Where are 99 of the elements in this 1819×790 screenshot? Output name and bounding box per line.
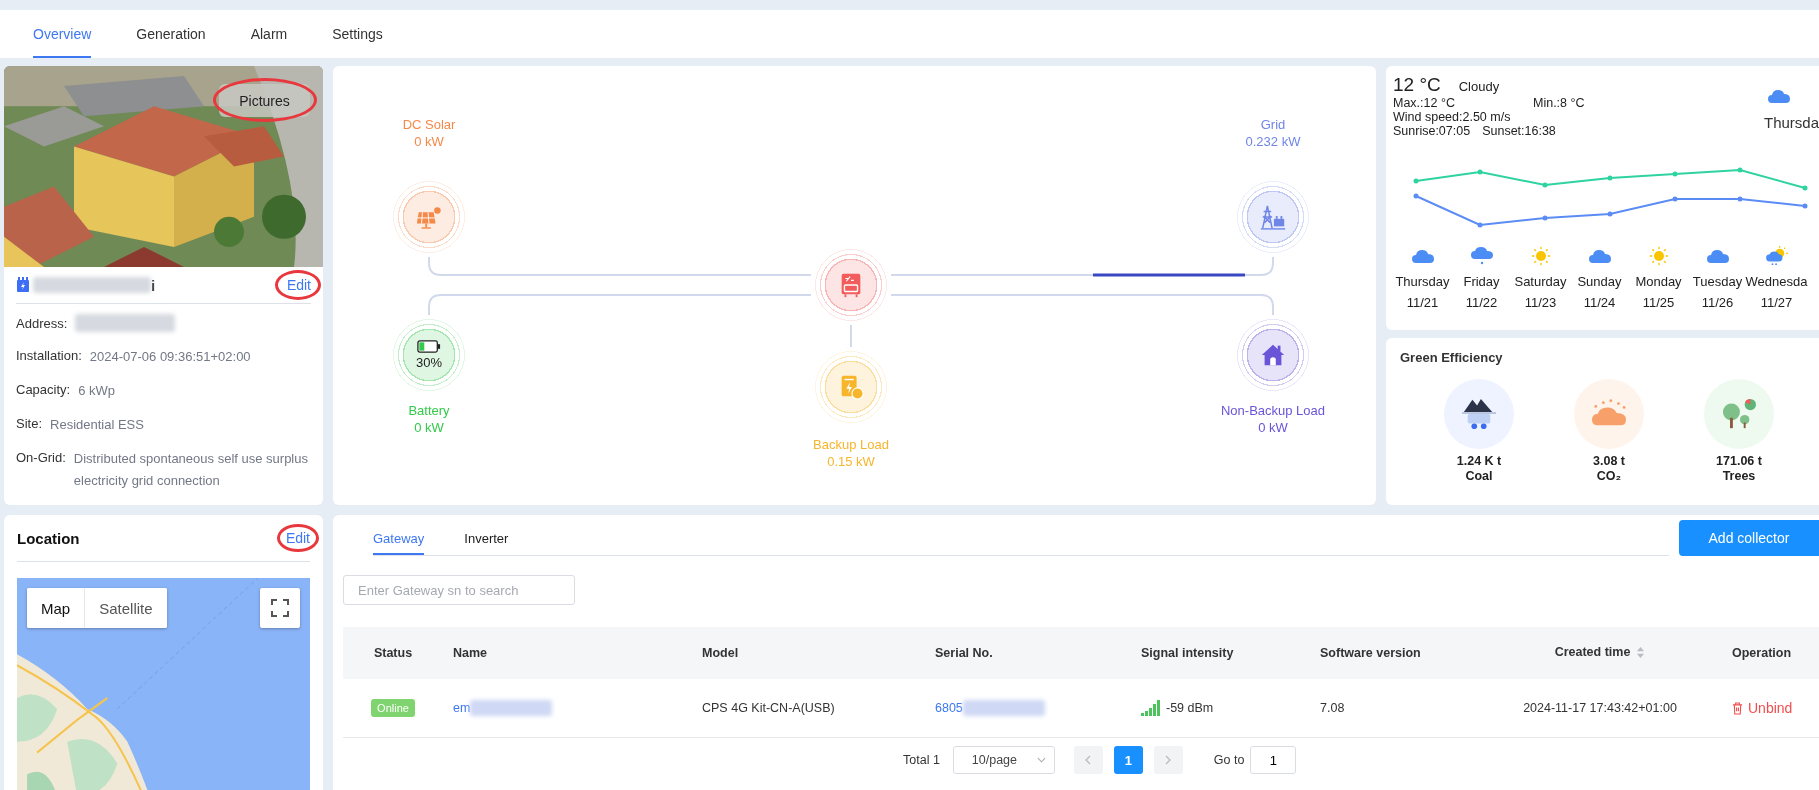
weekday-label: Saturday	[1514, 274, 1567, 289]
next-page-button[interactable]	[1153, 746, 1183, 774]
table-cell: -59 dBm	[1166, 701, 1214, 715]
temperature: 12 °C	[1393, 74, 1441, 96]
table-cell: 2024-11-17 17:43:42+01:00	[1523, 701, 1677, 715]
go-to-label: Go to	[1213, 753, 1245, 767]
sunset-time: Sunset:16:38	[1482, 124, 1556, 138]
column-header: Created time	[1554, 645, 1631, 659]
pictures-button[interactable]: Pictures	[219, 84, 310, 117]
fullscreen-button[interactable]	[260, 588, 300, 628]
weekday-label: Sunday	[1577, 274, 1622, 289]
table-cell: 7.08	[1320, 701, 1345, 715]
device-tab[interactable]: Gateway	[373, 515, 425, 555]
fullscreen-icon	[271, 599, 289, 617]
status-badge: Online	[371, 699, 415, 717]
efficiency-value: 3.08 t	[1593, 454, 1625, 469]
efficiency-label: Coal	[1465, 469, 1493, 484]
field-label: Address:	[16, 315, 68, 333]
serial-link[interactable]: 6805	[935, 701, 963, 715]
date-label: 11/27	[1760, 295, 1793, 310]
plant-icon	[16, 277, 30, 293]
wind-speed: Wind speed:2.50 m/s	[1393, 110, 1511, 124]
column-header: Serial No.	[935, 646, 993, 660]
efficiency-value: 171.06 t	[1716, 454, 1762, 469]
efficiency-label: CO₂	[1596, 469, 1622, 484]
date-label: 11/26	[1701, 295, 1734, 310]
weekday-label: Friday	[1463, 274, 1500, 289]
node-value: 0.15 kW	[827, 453, 875, 470]
node-value: 0 kW	[414, 419, 444, 436]
previous-page-button[interactable]	[1073, 746, 1103, 774]
date-label: 11/23	[1524, 295, 1557, 310]
node-label: Backup Load	[813, 436, 889, 453]
efficiency-value: 1.24 K t	[1456, 454, 1502, 469]
signal-icon	[1141, 700, 1161, 716]
weekday-label: Thursda	[1763, 114, 1819, 131]
device-tab[interactable]: Inverter	[464, 515, 509, 555]
field-value: Residential ESS	[50, 416, 144, 434]
chevron-down-icon	[1036, 757, 1046, 763]
card-title: Green Efficiency	[1400, 350, 1504, 365]
chevron-right-icon	[1165, 755, 1172, 765]
date-label: 11/25	[1642, 295, 1675, 310]
unbind-link[interactable]: Unbind	[1732, 700, 1793, 716]
node-value: 0.232 kW	[1245, 133, 1301, 150]
field-value: 2024-07-06 09:36:51+02:00	[89, 348, 251, 366]
column-header: Status	[373, 646, 413, 660]
column-header: Software version	[1320, 646, 1421, 660]
field-label: Site:	[16, 415, 42, 433]
device-name-link[interactable]: em	[453, 701, 471, 715]
weather-condition: Cloudy	[1458, 80, 1500, 94]
search-field[interactable]: Enter Gateway sn to search	[343, 575, 575, 605]
weekday-label: Tuesday	[1692, 274, 1743, 289]
rain-cloud-icon	[1469, 246, 1494, 266]
sun-cloud-icon	[1764, 246, 1789, 266]
date-label: 11/21	[1406, 295, 1439, 310]
page-size-select[interactable]: 10/page	[952, 746, 1055, 774]
sunrise-time: Sunrise:07:05	[1393, 124, 1471, 138]
node-label: DC Solar	[402, 116, 456, 133]
date-label: 11/22	[1465, 295, 1498, 310]
total-count: Total 1	[903, 753, 940, 767]
weekday-label: Monday	[1635, 274, 1682, 289]
sort-icon[interactable]	[1636, 645, 1646, 659]
map-type-button[interactable]: Map	[27, 588, 86, 628]
field-value: Distributed spontaneous self use surplus electricity grid connection	[73, 450, 309, 490]
trash-icon	[1732, 701, 1743, 715]
field-label: Installation:	[16, 347, 82, 365]
field-value: 6 kWp	[78, 382, 116, 400]
node-value: 0 kW	[414, 133, 444, 150]
column-header: Operation	[1732, 646, 1792, 660]
max-temperature: Max.:12 °C	[1393, 96, 1456, 110]
page-number-field[interactable]: 1	[1250, 746, 1297, 774]
column-header: Signal intensity	[1141, 646, 1234, 660]
column-header: Name	[453, 646, 488, 660]
weekday-label: Thursday	[1395, 274, 1450, 289]
card-title: Location	[17, 529, 80, 547]
efficiency-label: Trees	[1722, 469, 1756, 484]
node-label: Non-Backup Load	[1220, 402, 1326, 419]
flow-line	[850, 324, 852, 348]
trees-icon	[1720, 397, 1758, 431]
table-cell: CPS 4G Kit-CN-A(USB)	[702, 701, 835, 715]
field-label: Capacity:	[16, 381, 71, 399]
map-type-button[interactable]: Satellite	[85, 588, 167, 628]
nav-tab[interactable]: Overview	[33, 10, 92, 58]
plant-name: i	[151, 276, 156, 294]
chevron-left-icon	[1085, 755, 1092, 765]
edit-link[interactable]: Edit	[286, 277, 311, 293]
nav-tab[interactable]: Settings	[332, 10, 383, 58]
nav-tab[interactable]: Generation	[136, 10, 206, 58]
node-label: Battery	[408, 402, 450, 419]
weekday-label: Wednesda	[1745, 274, 1808, 289]
date-label: 11/24	[1583, 295, 1616, 310]
nav-tab[interactable]: Alarm	[250, 10, 288, 58]
edit-link[interactable]: Edit	[285, 530, 310, 546]
min-temperature: Min.:8 °C	[1533, 96, 1585, 110]
node-value: 0 kW	[1258, 419, 1288, 436]
node-label: Grid	[1260, 116, 1286, 133]
coal-cart-icon	[1460, 397, 1498, 431]
column-header: Model	[702, 646, 739, 660]
battery-percent: 30%	[416, 355, 442, 370]
field-label: On-Grid:	[16, 449, 66, 467]
